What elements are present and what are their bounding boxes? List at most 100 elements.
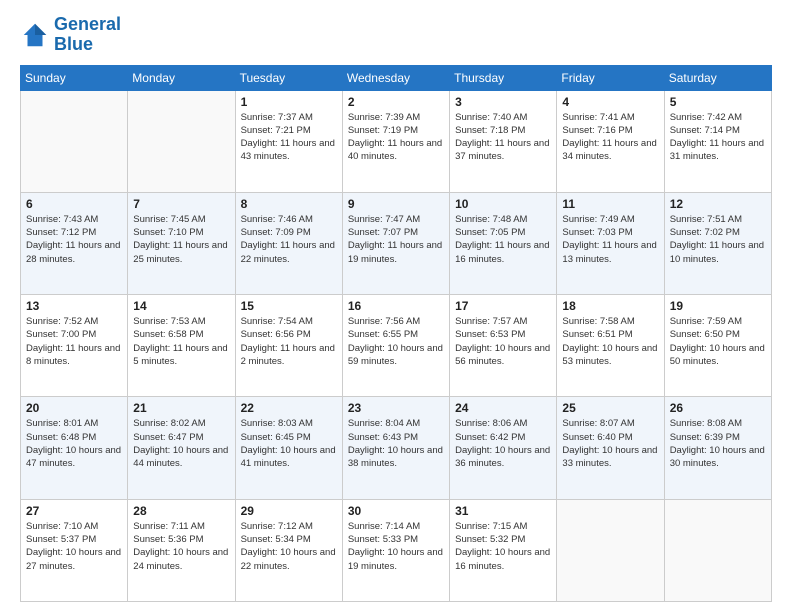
- day-info: Sunrise: 7:56 AMSunset: 6:55 PMDaylight:…: [348, 315, 444, 368]
- day-of-week-wednesday: Wednesday: [342, 65, 449, 90]
- calendar-cell: 21 Sunrise: 8:02 AMSunset: 6:47 PMDayligh…: [128, 397, 235, 499]
- calendar-cell: 10 Sunrise: 7:48 AMSunset: 7:05 PMDayligh…: [450, 192, 557, 294]
- day-info: Sunrise: 7:15 AMSunset: 5:32 PMDaylight:…: [455, 520, 551, 573]
- logo-text: General Blue: [54, 15, 121, 55]
- day-info: Sunrise: 7:47 AMSunset: 7:07 PMDaylight:…: [348, 213, 444, 266]
- calendar-cell: 6Sunrise: 7:43 AMSunset: 7:12 PMDaylight…: [21, 192, 128, 294]
- day-number: 5: [670, 95, 766, 109]
- day-number: 13: [26, 299, 122, 313]
- calendar-cell: 25 Sunrise: 8:07 AMSunset: 6:40 PMDayligh…: [557, 397, 664, 499]
- day-of-week-friday: Friday: [557, 65, 664, 90]
- day-info: Sunrise: 8:08 AMSunset: 6:39 PMDaylight:…: [670, 417, 766, 470]
- calendar-cell: 18 Sunrise: 7:58 AMSunset: 6:51 PMDayligh…: [557, 295, 664, 397]
- calendar-cell: 1Sunrise: 7:37 AMSunset: 7:21 PMDaylight…: [235, 90, 342, 192]
- calendar-cell: 22Sunrise: 8:03 AMSunset: 6:45 PMDayligh…: [235, 397, 342, 499]
- calendar-cell: 14 Sunrise: 7:53 AMSunset: 6:58 PMDayligh…: [128, 295, 235, 397]
- day-info: Sunrise: 7:45 AMSunset: 7:10 PMDaylight:…: [133, 213, 229, 266]
- header: General Blue: [20, 15, 772, 55]
- day-info: Sunrise: 8:02 AMSunset: 6:47 PMDaylight:…: [133, 417, 229, 470]
- day-info: Sunrise: 8:07 AMSunset: 6:40 PMDaylight:…: [562, 417, 658, 470]
- calendar-cell: [128, 90, 235, 192]
- calendar-cell: 15 Sunrise: 7:54 AMSunset: 6:56 PMDayligh…: [235, 295, 342, 397]
- day-of-week-tuesday: Tuesday: [235, 65, 342, 90]
- day-number: 24: [455, 401, 551, 415]
- calendar-cell: 20Sunrise: 8:01 AMSunset: 6:48 PMDayligh…: [21, 397, 128, 499]
- calendar-week-row: 27 Sunrise: 7:10 AMSunset: 5:37 PMDayligh…: [21, 499, 772, 601]
- calendar-cell: 26Sunrise: 8:08 AMSunset: 6:39 PMDayligh…: [664, 397, 771, 499]
- calendar-header-row: SundayMondayTuesdayWednesdayThursdayFrid…: [21, 65, 772, 90]
- logo-icon: [20, 20, 50, 50]
- day-number: 8: [241, 197, 337, 211]
- calendar-cell: 24 Sunrise: 8:06 AMSunset: 6:42 PMDayligh…: [450, 397, 557, 499]
- day-number: 28: [133, 504, 229, 518]
- day-number: 15: [241, 299, 337, 313]
- calendar-cell: 16 Sunrise: 7:56 AMSunset: 6:55 PMDayligh…: [342, 295, 449, 397]
- day-of-week-thursday: Thursday: [450, 65, 557, 90]
- day-number: 9: [348, 197, 444, 211]
- calendar-cell: 5 Sunrise: 7:42 AMSunset: 7:14 PMDaylight…: [664, 90, 771, 192]
- day-of-week-saturday: Saturday: [664, 65, 771, 90]
- day-of-week-sunday: Sunday: [21, 65, 128, 90]
- calendar-cell: 31 Sunrise: 7:15 AMSunset: 5:32 PMDayligh…: [450, 499, 557, 601]
- calendar-cell: 4Sunrise: 7:41 AMSunset: 7:16 PMDaylight…: [557, 90, 664, 192]
- calendar-cell: 9 Sunrise: 7:47 AMSunset: 7:07 PMDaylight…: [342, 192, 449, 294]
- calendar-week-row: 20Sunrise: 8:01 AMSunset: 6:48 PMDayligh…: [21, 397, 772, 499]
- logo: General Blue: [20, 15, 121, 55]
- calendar-week-row: 6Sunrise: 7:43 AMSunset: 7:12 PMDaylight…: [21, 192, 772, 294]
- calendar-cell: 2 Sunrise: 7:39 AMSunset: 7:19 PMDaylight…: [342, 90, 449, 192]
- day-info: Sunrise: 7:54 AMSunset: 6:56 PMDaylight:…: [241, 315, 337, 368]
- day-info: Sunrise: 8:06 AMSunset: 6:42 PMDaylight:…: [455, 417, 551, 470]
- day-of-week-monday: Monday: [128, 65, 235, 90]
- day-number: 4: [562, 95, 658, 109]
- page: General Blue SundayMondayTuesdayWednesda…: [0, 0, 792, 612]
- day-info: Sunrise: 7:14 AMSunset: 5:33 PMDaylight:…: [348, 520, 444, 573]
- calendar-cell: 19Sunrise: 7:59 AMSunset: 6:50 PMDayligh…: [664, 295, 771, 397]
- day-number: 14: [133, 299, 229, 313]
- calendar-cell: 17 Sunrise: 7:57 AMSunset: 6:53 PMDayligh…: [450, 295, 557, 397]
- day-number: 23: [348, 401, 444, 415]
- calendar-cell: 29 Sunrise: 7:12 AMSunset: 5:34 PMDayligh…: [235, 499, 342, 601]
- calendar-cell: 28 Sunrise: 7:11 AMSunset: 5:36 PMDayligh…: [128, 499, 235, 601]
- day-info: Sunrise: 7:49 AMSunset: 7:03 PMDaylight:…: [562, 213, 658, 266]
- day-info: Sunrise: 7:12 AMSunset: 5:34 PMDaylight:…: [241, 520, 337, 573]
- calendar-week-row: 1Sunrise: 7:37 AMSunset: 7:21 PMDaylight…: [21, 90, 772, 192]
- day-info: Sunrise: 7:40 AMSunset: 7:18 PMDaylight:…: [455, 111, 551, 164]
- day-info: Sunrise: 7:48 AMSunset: 7:05 PMDaylight:…: [455, 213, 551, 266]
- day-info: Sunrise: 7:59 AMSunset: 6:50 PMDaylight:…: [670, 315, 766, 368]
- calendar-cell: 23 Sunrise: 8:04 AMSunset: 6:43 PMDayligh…: [342, 397, 449, 499]
- day-number: 6: [26, 197, 122, 211]
- calendar-week-row: 13 Sunrise: 7:52 AMSunset: 7:00 PMDayligh…: [21, 295, 772, 397]
- calendar-table: SundayMondayTuesdayWednesdayThursdayFrid…: [20, 65, 772, 602]
- day-info: Sunrise: 8:04 AMSunset: 6:43 PMDaylight:…: [348, 417, 444, 470]
- day-number: 18: [562, 299, 658, 313]
- day-number: 2: [348, 95, 444, 109]
- calendar-cell: 7Sunrise: 7:45 AMSunset: 7:10 PMDaylight…: [128, 192, 235, 294]
- day-info: Sunrise: 7:57 AMSunset: 6:53 PMDaylight:…: [455, 315, 551, 368]
- day-number: 17: [455, 299, 551, 313]
- day-info: Sunrise: 7:10 AMSunset: 5:37 PMDaylight:…: [26, 520, 122, 573]
- calendar-cell: [21, 90, 128, 192]
- calendar-cell: [557, 499, 664, 601]
- calendar-cell: 11Sunrise: 7:49 AMSunset: 7:03 PMDayligh…: [557, 192, 664, 294]
- calendar-cell: 13 Sunrise: 7:52 AMSunset: 7:00 PMDayligh…: [21, 295, 128, 397]
- day-number: 3: [455, 95, 551, 109]
- day-info: Sunrise: 7:11 AMSunset: 5:36 PMDaylight:…: [133, 520, 229, 573]
- day-number: 21: [133, 401, 229, 415]
- day-info: Sunrise: 7:58 AMSunset: 6:51 PMDaylight:…: [562, 315, 658, 368]
- day-info: Sunrise: 7:46 AMSunset: 7:09 PMDaylight:…: [241, 213, 337, 266]
- day-number: 16: [348, 299, 444, 313]
- day-number: 29: [241, 504, 337, 518]
- day-info: Sunrise: 7:52 AMSunset: 7:00 PMDaylight:…: [26, 315, 122, 368]
- day-info: Sunrise: 7:39 AMSunset: 7:19 PMDaylight:…: [348, 111, 444, 164]
- calendar-cell: 3 Sunrise: 7:40 AMSunset: 7:18 PMDaylight…: [450, 90, 557, 192]
- day-info: Sunrise: 7:42 AMSunset: 7:14 PMDaylight:…: [670, 111, 766, 164]
- day-info: Sunrise: 7:53 AMSunset: 6:58 PMDaylight:…: [133, 315, 229, 368]
- day-number: 12: [670, 197, 766, 211]
- day-number: 27: [26, 504, 122, 518]
- day-number: 31: [455, 504, 551, 518]
- day-number: 10: [455, 197, 551, 211]
- calendar-cell: [664, 499, 771, 601]
- day-number: 25: [562, 401, 658, 415]
- day-info: Sunrise: 8:01 AMSunset: 6:48 PMDaylight:…: [26, 417, 122, 470]
- day-number: 1: [241, 95, 337, 109]
